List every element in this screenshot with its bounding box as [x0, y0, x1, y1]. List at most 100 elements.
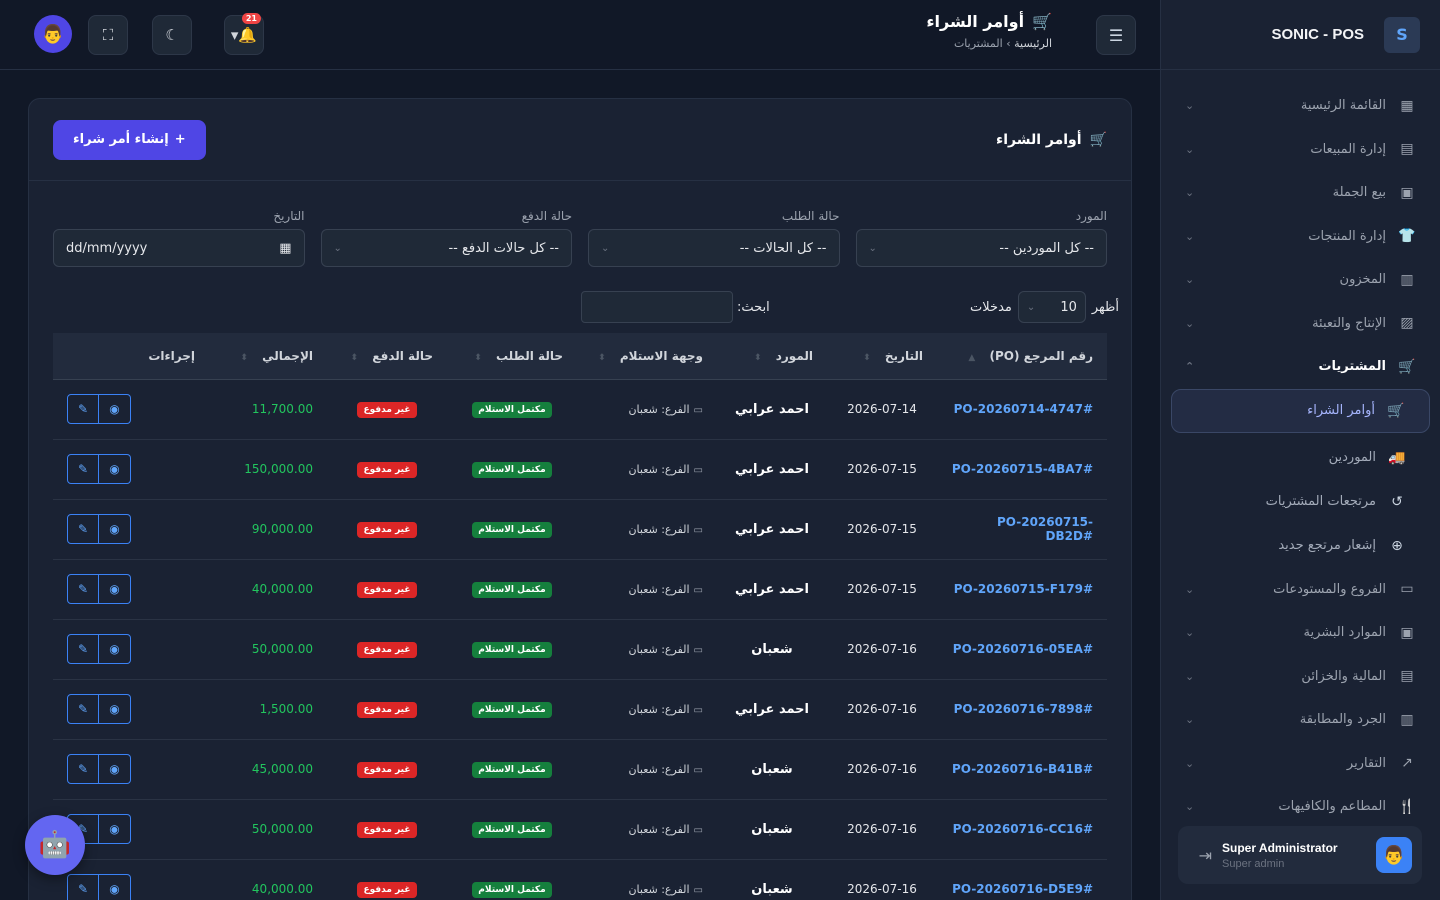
col-payment-status[interactable]: حالة الدفع ⬍: [327, 333, 447, 380]
brand[interactable]: SONIC - POS S: [1161, 0, 1440, 70]
filters: المورد -- كل الموردين -- ⌄ حالة الطلب -- …: [29, 181, 1131, 267]
order-status-select[interactable]: -- كل الحالات -- ⌄: [588, 229, 840, 267]
breadcrumb-home[interactable]: الرئيسية: [1014, 37, 1052, 50]
edit-button[interactable]: ✎: [67, 574, 99, 604]
edit-button[interactable]: ✎: [67, 694, 99, 724]
col-date[interactable]: التاريخ ⬍: [827, 333, 937, 380]
eye-icon: ◉: [109, 582, 120, 596]
sidebar-subitem-purchase-returns[interactable]: ↺ مرتجعات المشتريات: [1171, 480, 1430, 524]
view-button[interactable]: ◉: [99, 874, 131, 900]
sidebar-subitem-purchase-orders[interactable]: 🛒 أوامر الشراء: [1171, 388, 1430, 433]
po-order-status: مكتمل الاستلام: [447, 799, 577, 860]
date-input[interactable]: dd/mm/yyyy ▦: [53, 229, 305, 267]
sidebar-subitem-label: مرتجعات المشتريات: [1265, 494, 1376, 509]
col-ref[interactable]: رقم المرجع (PO) ▲: [937, 333, 1107, 380]
po-ref-link[interactable]: PO-20260716-05EA#: [937, 619, 1107, 680]
boxes-icon: ▣: [1400, 184, 1414, 201]
status-badge: غير مدفوع: [357, 581, 417, 598]
search-input[interactable]: [581, 291, 733, 323]
col-destination[interactable]: وجهة الاستلام ⬍: [577, 333, 717, 380]
sidebar-subitem-new-return[interactable]: ⊕ إشعار مرتجع جديد: [1171, 524, 1430, 568]
po-ref-link[interactable]: PO-20260716-D5E9#: [937, 859, 1107, 900]
user-card[interactable]: 👨 Super Administrator Super admin ⇥: [1178, 826, 1422, 884]
select-value: -- كل الموردين --: [999, 240, 1094, 256]
edit-button[interactable]: ✎: [67, 454, 99, 484]
po-order-status: مكتمل الاستلام: [447, 739, 577, 800]
sidebar-item-stocktaking[interactable]: ▥ الجرد والمطابقة ⌄: [1171, 698, 1430, 742]
edit-icon: ✎: [77, 882, 89, 896]
store-icon: ▭: [693, 584, 703, 596]
status-badge: غير مدفوع: [357, 701, 417, 718]
view-button[interactable]: ◉: [99, 454, 131, 484]
po-ref-link[interactable]: PO-20260714-4747#: [937, 379, 1107, 440]
page-length: أظهر 10 ⌄ مدخلات: [970, 291, 1119, 323]
sidebar-item-branches[interactable]: ▭ الفروع والمستودعات ⌄: [1171, 568, 1430, 612]
po-order-status: مكتمل الاستلام: [447, 379, 577, 440]
edit-button[interactable]: ✎: [67, 514, 99, 544]
sidebar-item-sales[interactable]: ▤ إدارة المبيعات ⌄: [1171, 128, 1430, 172]
po-destination: ▭الفرع: شعبان: [577, 619, 717, 680]
plus-circle-icon: ⊕: [1391, 537, 1403, 554]
po-order-status: مكتمل الاستلام: [447, 619, 577, 680]
po-payment-status: غير مدفوع: [327, 739, 447, 800]
page-length-select[interactable]: 10 ⌄: [1017, 291, 1086, 323]
sidebar-item-inventory[interactable]: ▥ المخزون ⌄: [1171, 258, 1430, 302]
po-supplier: شعبان: [717, 619, 827, 680]
logout-icon[interactable]: ⇥: [1188, 846, 1212, 865]
dark-mode-button[interactable]: ☾: [152, 15, 192, 55]
po-ref-link[interactable]: PO-20260716-7898#: [937, 679, 1107, 740]
po-ref-link[interactable]: PO-20260715-DB2D#: [937, 499, 1107, 560]
action-group: ✎ ◉: [67, 694, 195, 724]
view-button[interactable]: ◉: [99, 394, 131, 424]
page-length-value: 10: [1060, 299, 1077, 315]
menu-toggle-button[interactable]: ☰: [1096, 15, 1136, 55]
po-ref-link[interactable]: PO-20260715-F179#: [937, 559, 1107, 620]
sidebar-item-purchases[interactable]: 🛒 المشتريات ⌃: [1171, 345, 1430, 389]
edit-button[interactable]: ✎: [67, 754, 99, 784]
payment-status-select[interactable]: -- كل حالات الدفع -- ⌄: [320, 229, 572, 267]
sidebar-item-restaurants[interactable]: 🍴 المطاعم والكافيهات ⌄: [1171, 785, 1430, 829]
col-supplier[interactable]: المورد ⬍: [717, 333, 827, 380]
avatar[interactable]: 👨: [34, 15, 72, 53]
edit-button[interactable]: ✎: [67, 394, 99, 424]
sidebar-nav: ▦ القائمة الرئيسية ⌄ ▤ إدارة المبيعات ⌄ ▣ بيع…: [1161, 70, 1440, 829]
view-button[interactable]: ◉: [99, 634, 131, 664]
edit-button[interactable]: ✎: [67, 874, 99, 900]
po-destination: ▭الفرع: شعبان: [577, 679, 717, 740]
sidebar-item-products[interactable]: 👕 إدارة المنتجات ⌄: [1171, 215, 1430, 259]
sidebar-item-main-menu[interactable]: ▦ القائمة الرئيسية ⌄: [1171, 84, 1430, 128]
sidebar-item-label: المخزون: [1339, 272, 1386, 288]
destination-text: الفرع: شعبان: [628, 642, 690, 656]
status-badge: مكتمل الاستلام: [472, 521, 552, 538]
view-button[interactable]: ◉: [99, 694, 131, 724]
po-destination: ▭الفرع: شعبان: [577, 739, 717, 800]
user-name: Super Administrator: [1222, 840, 1338, 855]
assistant-bot-button[interactable]: 🤖: [25, 815, 85, 875]
sidebar-item-hr[interactable]: ▣ الموارد البشرية ⌄: [1171, 611, 1430, 655]
po-actions: ✎ ◉: [53, 619, 209, 680]
edit-button[interactable]: ✎: [67, 634, 99, 664]
po-ref-link[interactable]: PO-20260715-4BA7#: [937, 439, 1107, 500]
fullscreen-button[interactable]: ⛶: [88, 15, 128, 55]
supplier-select[interactable]: -- كل الموردين -- ⌄: [855, 229, 1107, 267]
po-ref-link[interactable]: PO-20260716-B41B#: [937, 739, 1107, 800]
po-ref-link[interactable]: PO-20260716-CC16#: [937, 799, 1107, 860]
create-purchase-order-button[interactable]: + إنشاء أمر شراء: [53, 119, 206, 160]
view-button[interactable]: ◉: [99, 514, 131, 544]
chevron-down-icon: ⌄: [1185, 800, 1195, 814]
view-button[interactable]: ◉: [99, 814, 131, 844]
notifications-button[interactable]: ▾🔔 21: [224, 13, 264, 55]
po-actions: ✎ ◉: [53, 439, 209, 500]
col-total[interactable]: الإجمالي ⬍: [209, 333, 327, 380]
sidebar-item-reports[interactable]: ↗ التقارير ⌄: [1171, 742, 1430, 786]
col-order-status[interactable]: حالة الطلب ⬍: [447, 333, 577, 380]
view-button[interactable]: ◉: [99, 574, 131, 604]
user-info: Super Administrator Super admin: [1212, 841, 1376, 870]
sidebar-item-finance[interactable]: ▤ المالية والخزائن ⌄: [1171, 655, 1430, 699]
status-badge: مكتمل الاستلام: [472, 701, 552, 718]
sidebar-item-wholesale[interactable]: ▣ بيع الجملة ⌄: [1171, 171, 1430, 215]
sidebar-item-production[interactable]: ▨ الإنتاج والتعبئة ⌄: [1171, 302, 1430, 346]
sidebar-subitem-suppliers[interactable]: 🚚 الموردين: [1171, 436, 1430, 480]
view-button[interactable]: ◉: [99, 754, 131, 784]
edit-icon: ✎: [77, 462, 89, 476]
